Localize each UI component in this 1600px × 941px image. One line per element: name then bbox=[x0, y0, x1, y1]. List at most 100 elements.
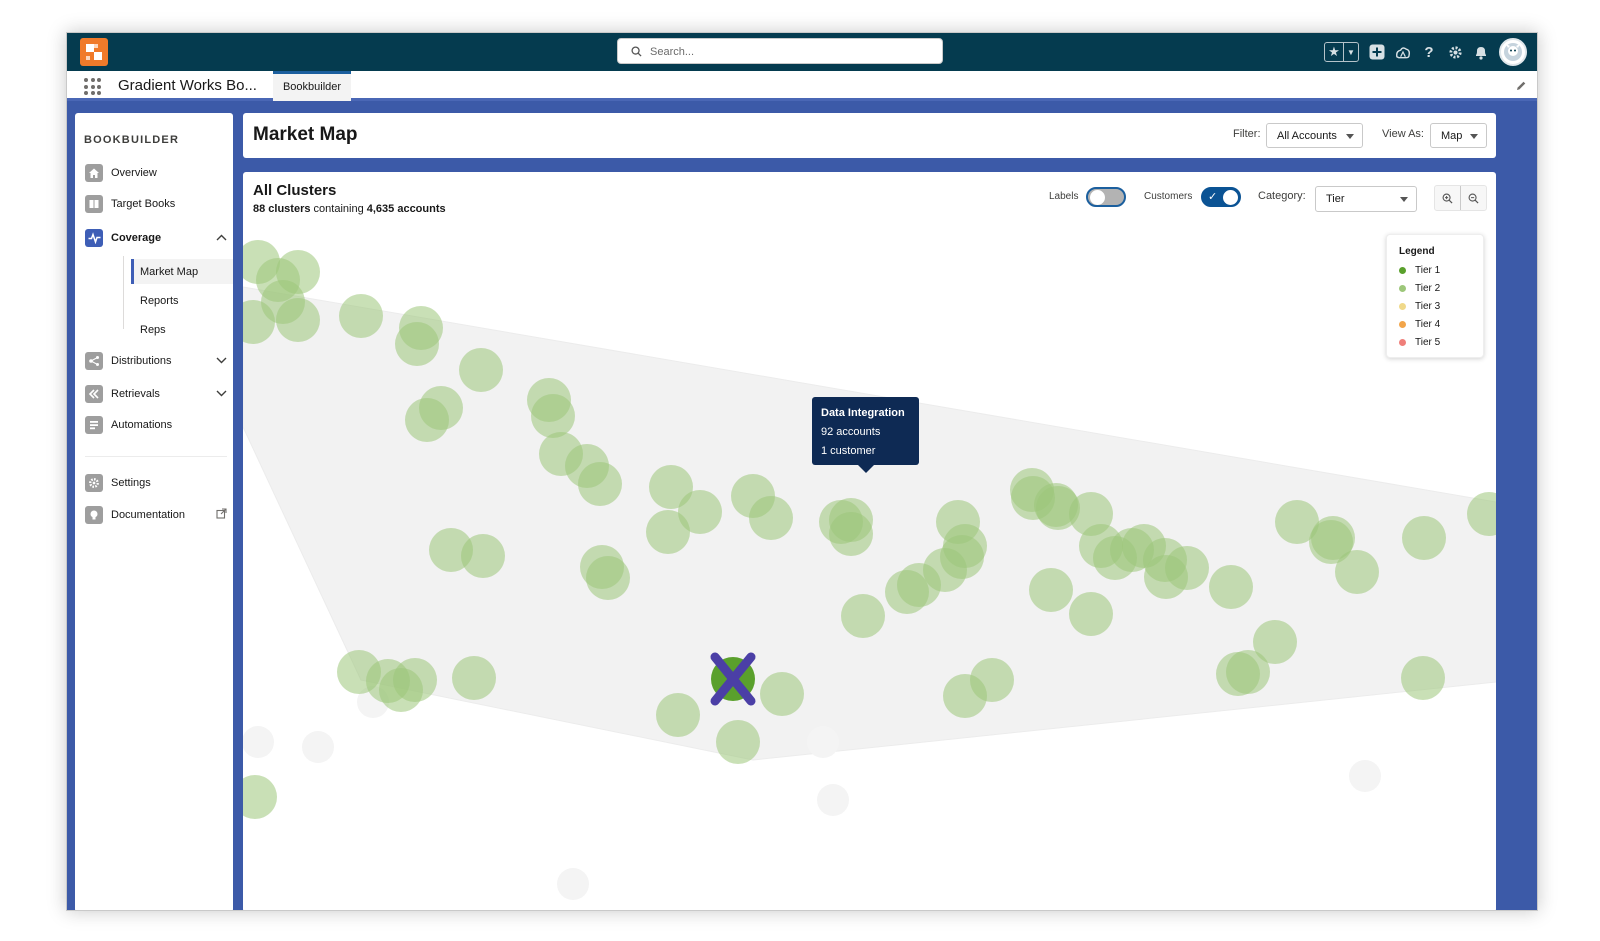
cluster-bubble[interactable] bbox=[841, 594, 885, 638]
cluster-bubble[interactable] bbox=[1069, 592, 1113, 636]
sidebar-item-label: Retrievals bbox=[111, 388, 160, 400]
sidebar-item-label: Automations bbox=[111, 419, 173, 431]
cluster-bubble[interactable] bbox=[393, 658, 437, 702]
sidebar-item-automations[interactable]: Automations bbox=[75, 410, 233, 440]
legend-label: Tier 2 bbox=[1415, 283, 1441, 294]
global-search[interactable] bbox=[617, 38, 943, 64]
caret-down-icon bbox=[1346, 134, 1354, 139]
cluster-bubble[interactable] bbox=[943, 674, 987, 718]
sidebar-item-settings[interactable]: Settings bbox=[75, 468, 233, 498]
global-actions-plus-icon[interactable] bbox=[1369, 44, 1385, 60]
legend-item-tier-5: Tier 5 bbox=[1399, 337, 1440, 348]
cluster-bubble[interactable] bbox=[276, 298, 320, 342]
external-link-icon[interactable] bbox=[216, 508, 227, 522]
chevron-down-icon[interactable] bbox=[216, 355, 227, 367]
category-label: Category: bbox=[1258, 190, 1306, 202]
cluster-bubble[interactable] bbox=[1029, 568, 1073, 612]
cluster-map[interactable] bbox=[243, 172, 1496, 911]
retrieve-icon bbox=[85, 385, 103, 403]
sidebar-item-overview[interactable]: Overview bbox=[75, 158, 233, 188]
sidebar-item-distributions[interactable]: Distributions bbox=[75, 346, 233, 376]
app-launcher-icon[interactable] bbox=[84, 78, 101, 95]
labels-toggle[interactable] bbox=[1086, 187, 1126, 207]
cluster-bubble[interactable] bbox=[586, 556, 630, 600]
search-input[interactable] bbox=[650, 42, 930, 61]
toggle-knob bbox=[1223, 190, 1238, 205]
cluster-bubble[interactable] bbox=[1402, 516, 1446, 560]
cluster-bubble[interactable] bbox=[1226, 650, 1270, 694]
cluster-bubble[interactable] bbox=[459, 348, 503, 392]
cluster-bubble[interactable] bbox=[943, 524, 987, 568]
filter-select[interactable]: All Accounts bbox=[1266, 123, 1363, 148]
user-avatar[interactable] bbox=[1499, 38, 1527, 66]
cluster-bubble[interactable] bbox=[531, 394, 575, 438]
search-icon bbox=[631, 46, 642, 57]
filter-select-value: All Accounts bbox=[1277, 129, 1337, 142]
pencil-icon[interactable] bbox=[1515, 79, 1527, 97]
view-as-select[interactable]: Map bbox=[1430, 123, 1487, 148]
cluster-bubble[interactable] bbox=[395, 322, 439, 366]
check-icon: ✓ bbox=[1208, 191, 1218, 203]
cluster-bubble[interactable] bbox=[578, 462, 622, 506]
sidebar-item-label: Settings bbox=[111, 477, 151, 489]
faint-cluster-bubble bbox=[1349, 760, 1381, 792]
sidebar-item-target-books[interactable]: Target Books bbox=[75, 189, 233, 219]
sidebar-divider bbox=[85, 456, 227, 457]
favorites-star-icon[interactable]: ★ bbox=[1325, 43, 1344, 61]
favorites-button[interactable]: ★ ▼ bbox=[1324, 42, 1359, 62]
distribute-icon bbox=[85, 352, 103, 370]
map-legend: Legend Tier 1 Tier 2 Tier 3 Tier 4 Tier … bbox=[1386, 234, 1484, 358]
cluster-bubble[interactable] bbox=[1335, 550, 1379, 594]
faint-cluster-bubble bbox=[817, 784, 849, 816]
sidebar-item-documentation[interactable]: Documentation bbox=[75, 500, 233, 530]
cluster-bubble[interactable] bbox=[1144, 555, 1188, 599]
zoom-out-icon[interactable] bbox=[1460, 186, 1486, 210]
trailhead-icon[interactable] bbox=[1395, 44, 1411, 60]
cluster-bubble[interactable] bbox=[452, 656, 496, 700]
sidebar-item-coverage[interactable]: Coverage bbox=[75, 223, 233, 253]
chevron-up-icon[interactable] bbox=[216, 232, 227, 244]
map-panel-subtitle: 88 clusters containing 4,635 accounts bbox=[253, 203, 446, 215]
zoom-in-icon[interactable] bbox=[1435, 186, 1460, 210]
lightbulb-icon bbox=[85, 506, 103, 524]
cluster-bubble[interactable] bbox=[716, 720, 760, 764]
setup-gear-icon[interactable] bbox=[1447, 44, 1463, 60]
app-logo[interactable] bbox=[80, 38, 108, 66]
cluster-bubble[interactable] bbox=[1401, 656, 1445, 700]
pulse-icon bbox=[85, 229, 103, 247]
cluster-bubble[interactable] bbox=[339, 294, 383, 338]
cluster-bubble[interactable] bbox=[243, 775, 277, 819]
category-select[interactable]: Tier bbox=[1315, 186, 1417, 212]
cluster-bubble[interactable] bbox=[656, 693, 700, 737]
chevron-down-icon[interactable] bbox=[216, 388, 227, 400]
sidebar-subitem-reports[interactable]: Reports bbox=[131, 288, 233, 313]
cluster-bubble[interactable] bbox=[1209, 565, 1253, 609]
caret-down-icon bbox=[1470, 134, 1478, 139]
sidebar-title: BOOKBUILDER bbox=[84, 134, 180, 146]
customers-toggle[interactable]: ✓ bbox=[1201, 187, 1241, 207]
customers-toggle-label: Customers bbox=[1144, 191, 1193, 202]
view-as-select-value: Map bbox=[1441, 129, 1463, 142]
cluster-bubble[interactable] bbox=[405, 398, 449, 442]
selected-customer-marker[interactable] bbox=[710, 652, 756, 706]
sidebar-item-label: Target Books bbox=[111, 198, 176, 210]
tab-bookbuilder[interactable]: Bookbuilder bbox=[273, 71, 351, 101]
sidebar-subitem-market-map[interactable]: Market Map bbox=[131, 259, 233, 284]
cluster-bubble[interactable] bbox=[461, 534, 505, 578]
sidebar-item-label: Overview bbox=[111, 167, 157, 179]
sidebar-subitem-reps[interactable]: Reps bbox=[131, 317, 233, 342]
cluster-bubble[interactable] bbox=[646, 510, 690, 554]
cluster-bubble[interactable] bbox=[829, 512, 873, 556]
favorites-dropdown-icon[interactable]: ▼ bbox=[1344, 48, 1358, 57]
help-icon[interactable]: ? bbox=[1421, 44, 1437, 60]
cluster-bubble[interactable] bbox=[760, 672, 804, 716]
legend-item-tier-2: Tier 2 bbox=[1399, 283, 1440, 294]
cluster-bubble[interactable] bbox=[749, 496, 793, 540]
sidebar-item-retrievals[interactable]: Retrievals bbox=[75, 379, 233, 409]
sidebar-item-label: Coverage bbox=[111, 232, 162, 244]
legend-title: Legend bbox=[1399, 246, 1435, 257]
app-name: Gradient Works Bo... bbox=[118, 77, 257, 94]
tree-line bbox=[123, 256, 124, 329]
toggle-knob bbox=[1090, 190, 1105, 205]
notifications-bell-icon[interactable] bbox=[1473, 44, 1489, 60]
